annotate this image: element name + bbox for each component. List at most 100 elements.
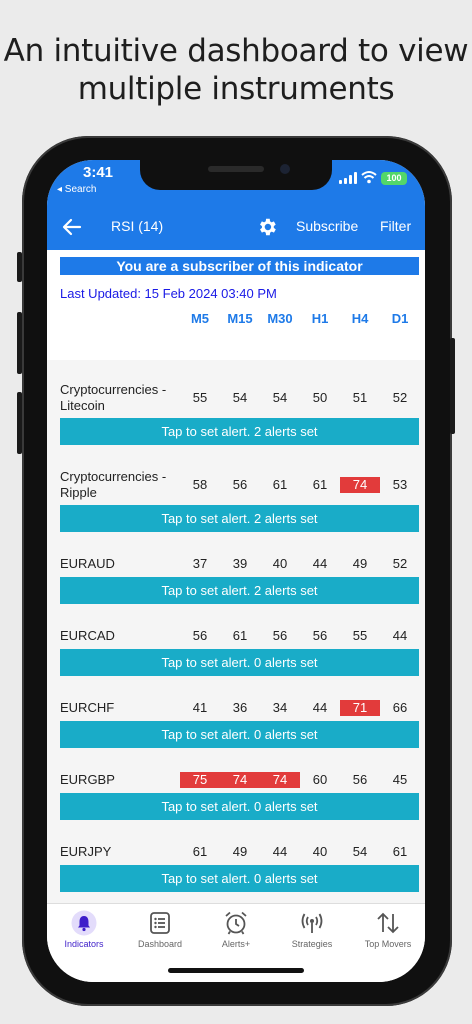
back-arrow-icon[interactable] xyxy=(61,216,83,238)
instrument-row-eurgbp: EURGBP 75 74 74 60 56 45 Tap to set aler… xyxy=(47,770,425,842)
timeframe-header-m5: M5 xyxy=(190,311,210,326)
rsi-value-m30: 74 xyxy=(260,772,300,788)
app-bar: RSI (14) Subscribe Filter xyxy=(47,204,425,250)
bell-icon xyxy=(71,910,97,936)
front-camera xyxy=(280,164,290,174)
set-alert-button[interactable]: Tap to set alert. 2 alerts set xyxy=(60,418,419,445)
tab-alerts-plus[interactable]: Alerts+ xyxy=(199,910,273,949)
set-alert-button[interactable]: Tap to set alert. 2 alerts set xyxy=(60,577,419,604)
tab-label: Dashboard xyxy=(137,939,183,949)
rsi-value-m5: 41 xyxy=(192,700,208,715)
instrument-row-euraud: EURAUD 37 39 40 44 49 52 Tap to set aler… xyxy=(47,554,425,626)
app-screen: 3:41 ◂ Search 100 RSI (14) Subscribe Fil… xyxy=(47,160,425,982)
tab-strategies[interactable]: Strategies xyxy=(275,910,349,949)
timeframe-header-d1: D1 xyxy=(391,311,409,326)
tab-dashboard[interactable]: Dashboard xyxy=(123,910,197,949)
instrument-name: EURAUD xyxy=(60,556,115,571)
set-alert-button[interactable]: Tap to set alert. 0 alerts set xyxy=(60,721,419,748)
rsi-value-h1: 61 xyxy=(312,477,328,492)
rsi-value-d1: 44 xyxy=(392,628,408,643)
set-alert-button[interactable]: Tap to set alert. 0 alerts set xyxy=(60,793,419,820)
tab-indicators[interactable]: Indicators xyxy=(47,910,121,949)
notch xyxy=(140,160,332,190)
up-down-arrows-icon xyxy=(377,912,399,934)
tab-label: Strategies xyxy=(291,939,333,949)
rsi-value-m5: 55 xyxy=(192,390,208,405)
gear-icon[interactable] xyxy=(256,216,278,238)
timeframe-header-m30: M30 xyxy=(267,311,293,326)
rsi-value-h1: 50 xyxy=(312,390,328,405)
rsi-value-m5: 56 xyxy=(192,628,208,643)
volume-up-button xyxy=(17,312,22,374)
page-title: RSI (14) xyxy=(111,218,164,234)
rsi-value-m15: 39 xyxy=(232,556,248,571)
rsi-value-m5: 37 xyxy=(192,556,208,571)
headline-line-1: An intuitive dashboard to view xyxy=(3,33,469,69)
rsi-value-d1: 45 xyxy=(392,772,408,787)
rsi-value-h1: 44 xyxy=(312,556,328,571)
rsi-value-h1: 40 xyxy=(312,844,328,859)
rsi-value-d1: 61 xyxy=(392,844,408,859)
rsi-value-m5: 58 xyxy=(192,477,208,492)
rsi-value-m30: 40 xyxy=(272,556,288,571)
instrument-name: EURGBP xyxy=(60,772,115,787)
rsi-value-h4: 56 xyxy=(352,772,368,787)
tab-label: Alerts+ xyxy=(221,939,251,949)
tab-label: Top Movers xyxy=(364,939,412,949)
rsi-value-m30: 44 xyxy=(272,844,288,859)
set-alert-button[interactable]: Tap to set alert. 0 alerts set xyxy=(60,649,419,676)
rsi-value-h1: 56 xyxy=(312,628,328,643)
instrument-row-ripple: Cryptocurrencies - Ripple 58 56 61 61 74… xyxy=(47,466,425,538)
tab-top-movers[interactable]: Top Movers xyxy=(351,910,425,949)
power-button xyxy=(450,338,455,434)
rsi-value-m5: 75 xyxy=(180,772,220,788)
headline-line-2: multiple instruments xyxy=(77,71,395,107)
last-updated-text: Last Updated: 15 Feb 2024 03:40 PM xyxy=(60,286,277,301)
rsi-value-m15: 49 xyxy=(232,844,248,859)
alarm-clock-icon xyxy=(225,911,247,935)
rsi-value-m30: 61 xyxy=(272,477,288,492)
volume-down-button xyxy=(17,392,22,454)
home-indicator xyxy=(168,968,304,973)
timeframe-header-h4: H4 xyxy=(351,311,369,326)
battery-icon: 100 xyxy=(381,172,407,185)
rsi-value-m15: 36 xyxy=(232,700,248,715)
status-bar: 3:41 ◂ Search 100 xyxy=(47,160,425,204)
instrument-name: EURJPY xyxy=(60,844,112,859)
signal-icon xyxy=(339,172,357,184)
set-alert-button[interactable]: Tap to set alert. 0 alerts set xyxy=(60,865,419,892)
rsi-value-h4: 54 xyxy=(352,844,368,859)
rsi-value-m15: 74 xyxy=(220,772,260,788)
instrument-row-eurcad: EURCAD 56 61 56 56 55 44 Tap to set aler… xyxy=(47,626,425,698)
rsi-value-m30: 34 xyxy=(272,700,288,715)
timeframe-header-m15: M15 xyxy=(227,311,253,326)
instrument-row-litecoin: Cryptocurrencies - Litecoin 55 54 54 50 … xyxy=(47,378,425,450)
set-alert-button[interactable]: Tap to set alert. 2 alerts set xyxy=(60,505,419,532)
instrument-name: EURCAD xyxy=(60,628,115,643)
instrument-list: Cryptocurrencies - Litecoin 55 54 54 50 … xyxy=(47,360,425,903)
rsi-value-h4: 55 xyxy=(352,628,368,643)
rsi-value-h1: 44 xyxy=(312,700,328,715)
list-icon xyxy=(150,912,170,934)
rsi-value-m15: 54 xyxy=(232,390,248,405)
tab-label: Indicators xyxy=(64,939,104,949)
rsi-value-d1: 52 xyxy=(392,390,408,405)
back-to-search-link[interactable]: ◂ Search xyxy=(57,184,96,195)
rsi-value-m15: 61 xyxy=(232,628,248,643)
subscribe-button[interactable]: Subscribe xyxy=(296,218,358,234)
instrument-row-eurchf: EURCHF 41 36 34 44 71 66 Tap to set aler… xyxy=(47,698,425,770)
instrument-name: Cryptocurrencies - Litecoin xyxy=(60,382,167,413)
rsi-value-h4: 51 xyxy=(352,390,368,405)
rsi-value-m5: 61 xyxy=(192,844,208,859)
filter-button[interactable]: Filter xyxy=(380,218,411,234)
rsi-value-m30: 54 xyxy=(272,390,288,405)
rsi-value-h4: 71 xyxy=(340,700,380,716)
rsi-value-m30: 56 xyxy=(272,628,288,643)
subscriber-banner: You are a subscriber of this indicator xyxy=(60,257,419,275)
wifi-icon xyxy=(361,171,377,184)
promo-headline: An intuitive dashboard to view multiple … xyxy=(0,32,472,108)
rsi-value-m15: 56 xyxy=(232,477,248,492)
rsi-value-h4: 74 xyxy=(340,477,380,493)
mute-switch xyxy=(17,252,22,282)
timeframe-header-h1: H1 xyxy=(311,311,329,326)
